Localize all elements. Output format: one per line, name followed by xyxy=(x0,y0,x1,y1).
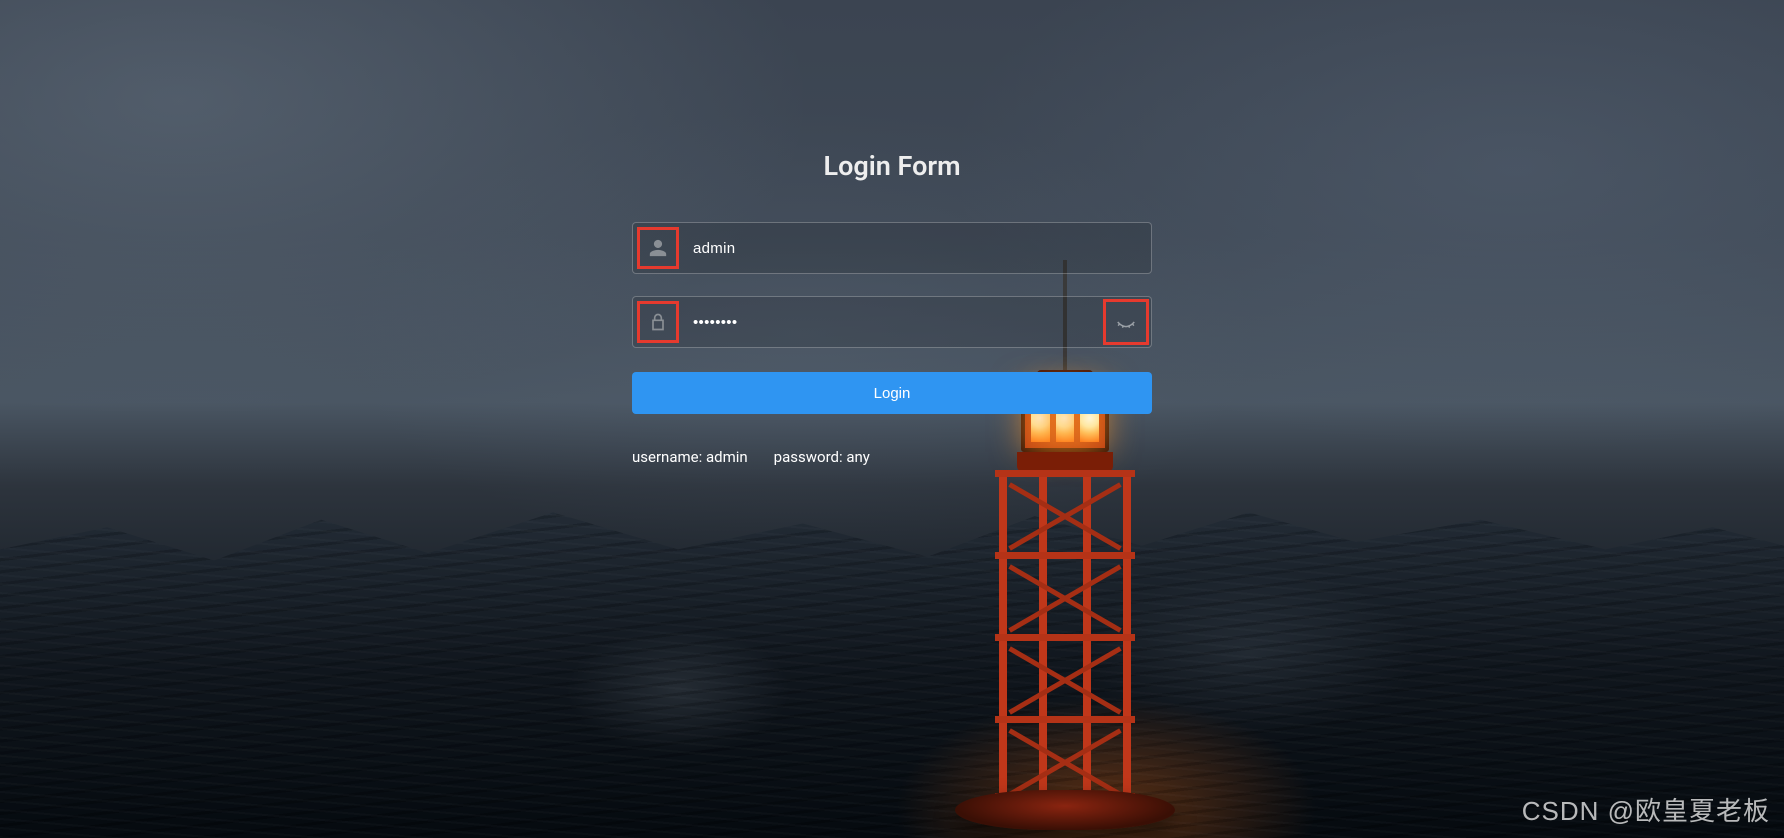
eye-closed-icon[interactable] xyxy=(1103,299,1149,345)
tip-username: username: admin xyxy=(632,448,748,466)
username-input[interactable] xyxy=(679,223,1151,273)
password-input[interactable] xyxy=(679,297,1103,347)
lock-icon xyxy=(637,301,679,343)
login-form: Login Form Login username: admin passwor… xyxy=(632,150,1152,466)
login-button[interactable]: Login xyxy=(632,372,1152,414)
username-field-wrapper xyxy=(632,222,1152,274)
password-field-wrapper xyxy=(632,296,1152,348)
login-tips: username: admin password: any xyxy=(632,448,1152,466)
tip-password: password: any xyxy=(774,448,870,466)
watermark-text: CSDN @欧皇夏老板 xyxy=(1522,791,1770,828)
login-title: Login Form xyxy=(632,150,1152,182)
user-icon xyxy=(637,227,679,269)
